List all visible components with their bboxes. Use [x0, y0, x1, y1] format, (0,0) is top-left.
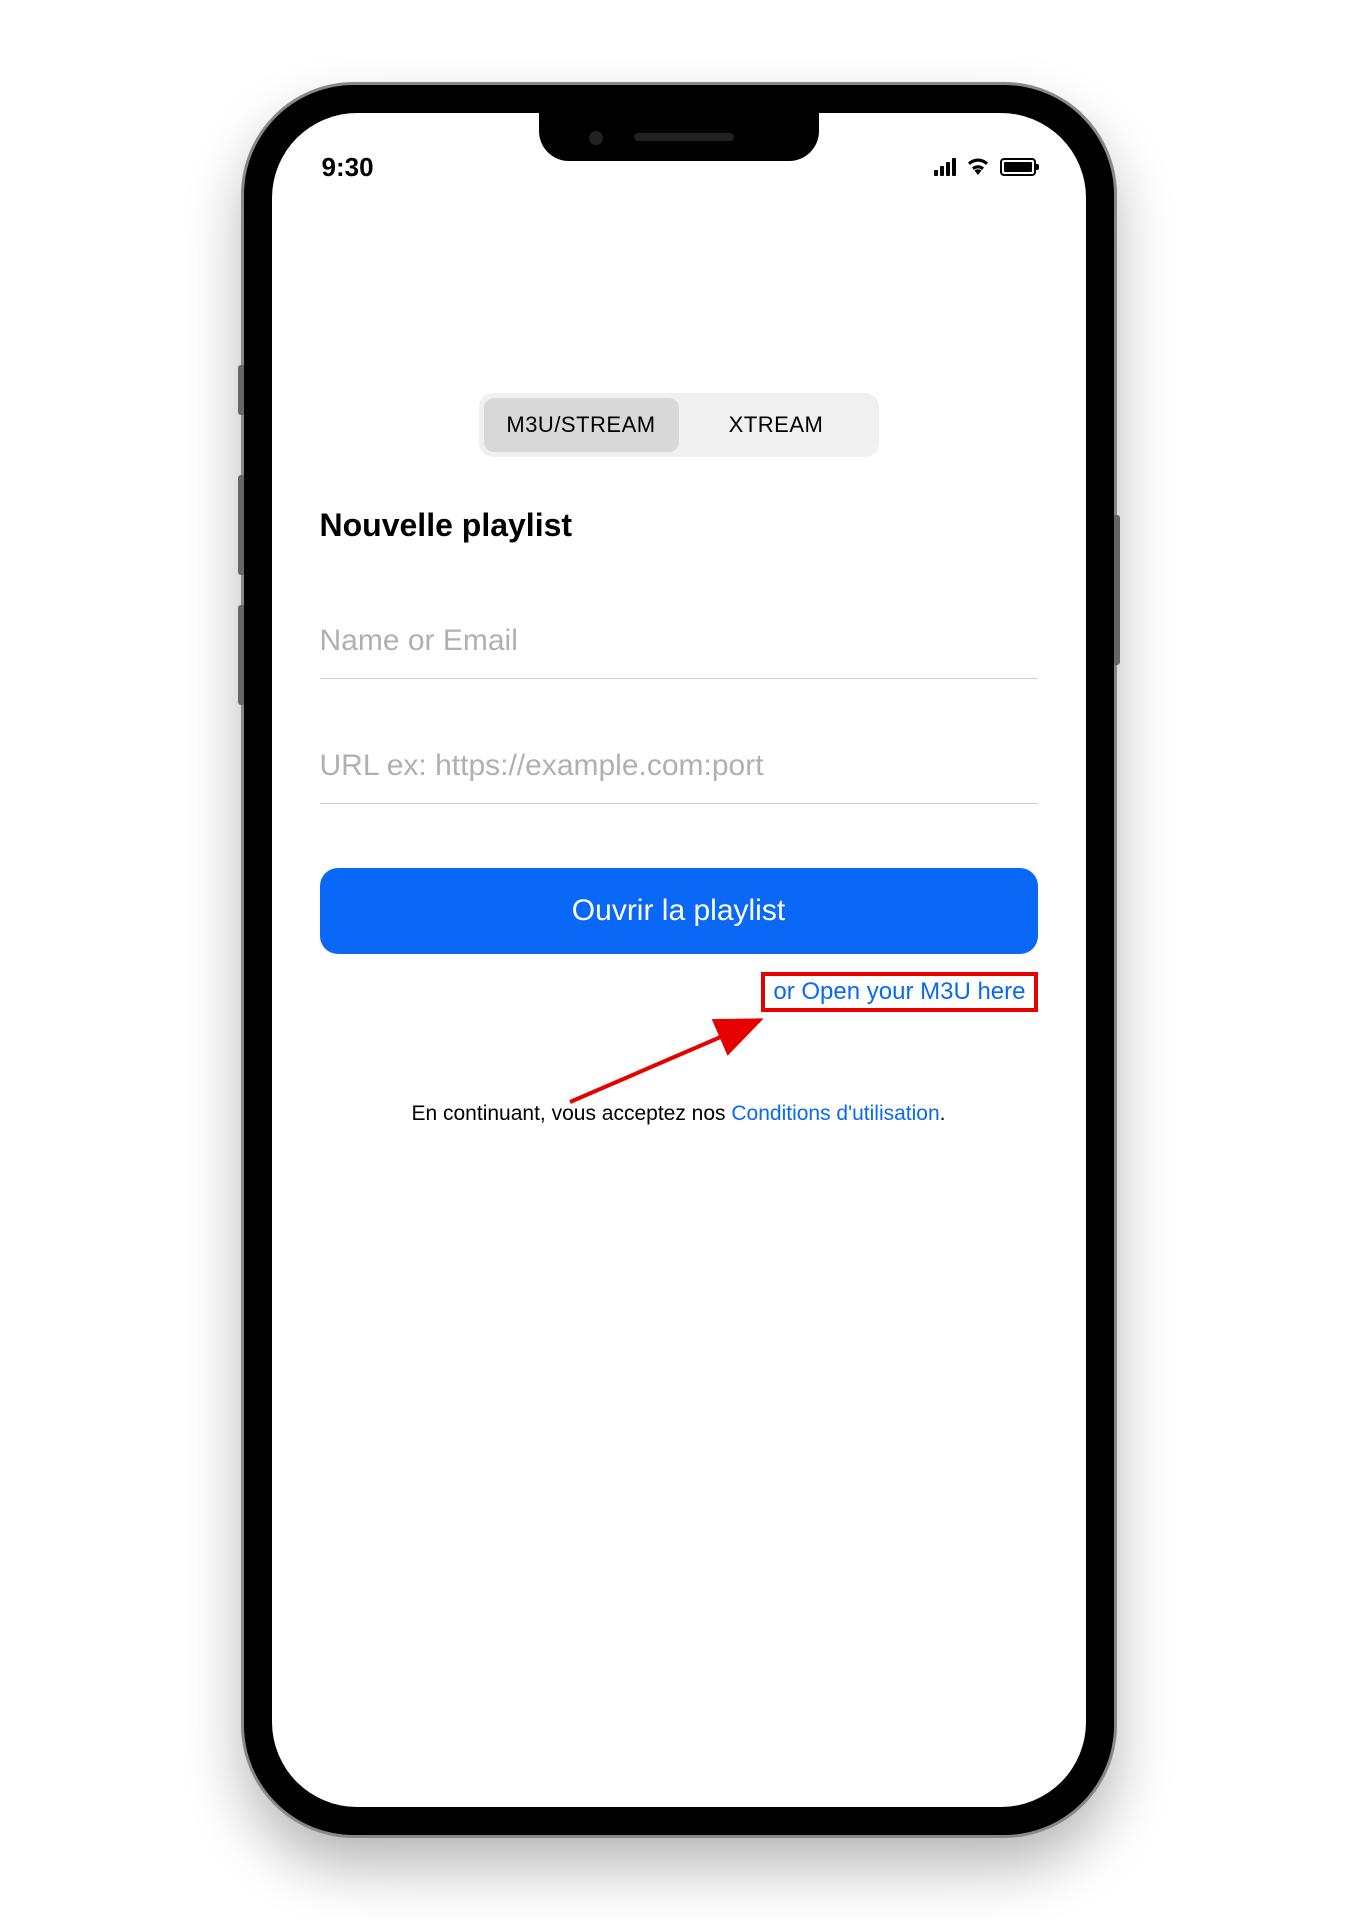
open-m3u-link[interactable]: or Open your M3U here	[761, 972, 1037, 1012]
battery-icon	[1000, 158, 1036, 176]
playlist-type-selector: M3U/STREAM XTREAM	[479, 393, 879, 457]
phone-notch	[539, 113, 819, 161]
annotation-arrow-icon	[560, 1012, 780, 1112]
tab-m3u-stream[interactable]: M3U/STREAM	[484, 398, 679, 452]
cellular-signal-icon	[934, 158, 956, 176]
open-m3u-row: or Open your M3U here	[320, 972, 1038, 1012]
app-content: M3U/STREAM XTREAM Nouvelle playlist Ouvr…	[272, 193, 1086, 1126]
status-time: 9:30	[322, 152, 374, 183]
terms-link[interactable]: Conditions d'utilisation	[731, 1102, 939, 1125]
url-input[interactable]	[320, 729, 1038, 804]
phone-volume-up	[238, 475, 244, 575]
page-title: Nouvelle playlist	[320, 507, 1038, 544]
phone-device-frame: 9:30	[244, 85, 1114, 1835]
phone-screen: 9:30	[272, 113, 1086, 1807]
phone-volume-down	[238, 605, 244, 705]
terms-text: En continuant, vous acceptez nos Conditi…	[320, 1102, 1038, 1126]
phone-inner-frame: 9:30	[262, 103, 1096, 1817]
tab-xtream[interactable]: XTREAM	[679, 398, 874, 452]
phone-power-button	[1114, 515, 1120, 665]
terms-prefix: En continuant, vous acceptez nos	[411, 1102, 731, 1125]
status-icons	[934, 155, 1036, 180]
wifi-icon	[966, 155, 990, 180]
open-playlist-button[interactable]: Ouvrir la playlist	[320, 868, 1038, 954]
phone-mute-switch	[238, 365, 244, 415]
name-email-input[interactable]	[320, 604, 1038, 679]
terms-suffix: .	[940, 1102, 946, 1125]
